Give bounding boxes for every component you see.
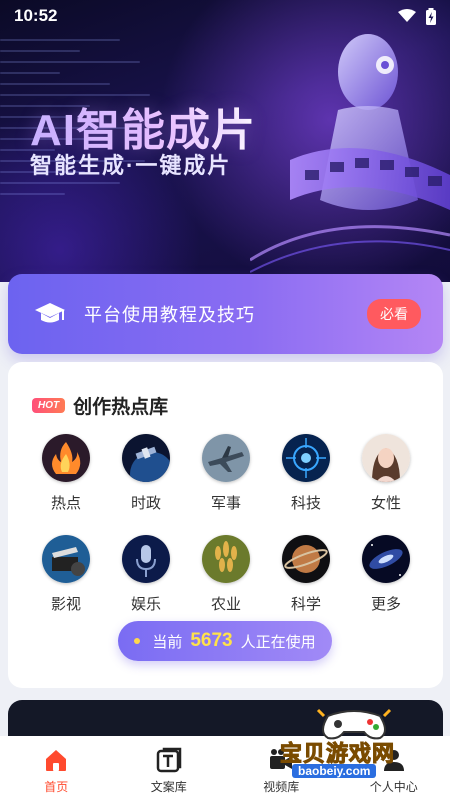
- topic-label: 军事: [210, 495, 241, 512]
- graduation-cap-icon: [35, 303, 65, 323]
- planet-icon: [282, 535, 330, 583]
- status-bar: 10:52: [0, 0, 450, 32]
- topic-grid: 热点 时政 军事 科技 女性 影视 娱乐 农业 科学 更多: [26, 434, 426, 614]
- wheat-icon: [202, 535, 250, 583]
- topic-item-military[interactable]: 军事: [186, 434, 266, 513]
- topic-item-women[interactable]: 女性: [346, 434, 426, 513]
- topic-item-politics[interactable]: 时政: [106, 434, 186, 513]
- microphone-icon: [122, 535, 170, 583]
- hero-banner[interactable]: 10:52 AI智能成片 智能生成·一键成片: [0, 0, 450, 282]
- hot-topics-card: HOT 创作热点库 热点 时政 军事 科技 女性 影视 娱乐 农业 科学 更多 …: [8, 362, 443, 688]
- topic-label: 热点: [50, 495, 81, 512]
- nav-label: 文案库: [150, 780, 187, 794]
- topic-item-entertainment[interactable]: 娱乐: [106, 535, 186, 614]
- topic-item-science[interactable]: 科学: [266, 535, 346, 614]
- usage-prefix: 当前: [152, 633, 183, 651]
- usage-count: 5673: [190, 630, 233, 651]
- hot-topics-header: HOT 创作热点库: [32, 392, 168, 419]
- topic-item-film[interactable]: 影视: [26, 535, 106, 614]
- home-icon: [46, 750, 67, 771]
- text-document-icon: [156, 747, 181, 773]
- topic-item-hotspot[interactable]: 热点: [26, 434, 106, 513]
- nav-label: 首页: [44, 780, 69, 794]
- satellite-icon: [122, 434, 170, 482]
- usage-dot: [134, 638, 141, 644]
- usage-suffix: 人正在使用: [240, 633, 316, 651]
- topic-label: 娱乐: [130, 596, 161, 613]
- ai-robot-illustration: [250, 34, 450, 273]
- nav-item-home[interactable]: 首页: [0, 746, 113, 795]
- topic-label: 影视: [50, 596, 81, 613]
- hot-badge: HOT: [32, 398, 66, 413]
- galaxy-icon: [362, 535, 410, 583]
- topic-label: 更多: [370, 596, 401, 613]
- wifi-icon: [398, 9, 416, 22]
- battery-charging-icon: [426, 7, 436, 25]
- tutorial-card[interactable]: 平台使用教程及技巧 必看: [8, 274, 443, 354]
- tech-icon: [282, 434, 330, 482]
- must-see-badge[interactable]: 必看: [367, 299, 421, 329]
- tutorial-label: 平台使用教程及技巧: [84, 305, 255, 325]
- topic-label: 时政: [130, 495, 161, 512]
- topic-label: 女性: [370, 495, 401, 512]
- topic-item-technology[interactable]: 科技: [266, 434, 346, 513]
- topic-item-agriculture[interactable]: 农业: [186, 535, 266, 614]
- film-icon: [42, 535, 90, 583]
- topic-label: 科学: [290, 596, 321, 613]
- hot-topics-title: 创作热点库: [73, 397, 169, 418]
- watermark-url: baobeiy.com: [292, 764, 377, 778]
- fighter-jet-icon: [202, 434, 250, 482]
- usage-counter-pill: 当前 5673 人正在使用: [118, 621, 332, 661]
- topic-label: 科技: [290, 495, 321, 512]
- fire-icon: [42, 434, 90, 482]
- topic-label: 农业: [210, 596, 241, 613]
- topic-item-more[interactable]: 更多: [346, 535, 426, 614]
- banner-subtitle: 智能生成·一键成片: [30, 153, 232, 178]
- watermark: 宝贝游戏网 baobeiy.com: [262, 700, 448, 786]
- woman-icon: [362, 434, 410, 482]
- nav-item-copy-library[interactable]: 文案库: [113, 746, 226, 795]
- status-time: 10:52: [14, 6, 58, 25]
